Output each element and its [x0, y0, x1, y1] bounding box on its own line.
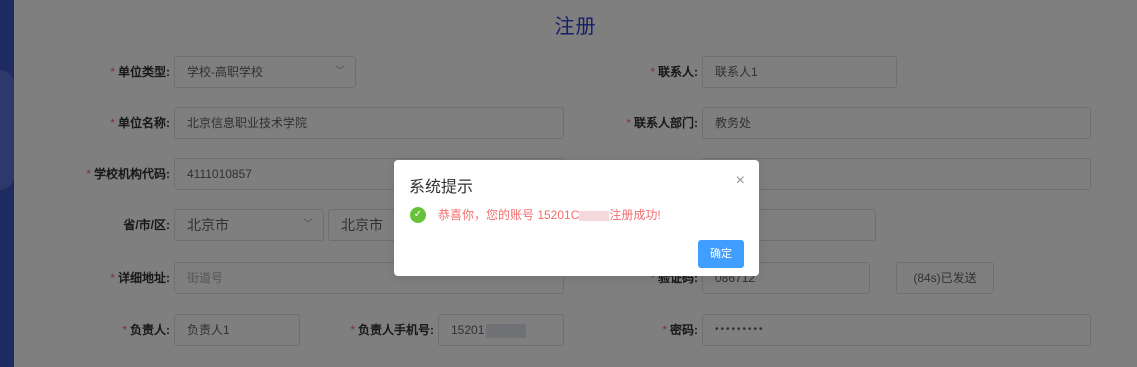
close-icon[interactable]: × — [736, 172, 745, 190]
dialog-title: 系统提示 — [409, 179, 474, 196]
confirm-button[interactable]: 确定 — [698, 240, 744, 268]
dialog-message: 恭喜你，您的账号 15201C 注册成功! — [438, 208, 661, 222]
redacted-text — [579, 210, 610, 221]
system-prompt-dialog: 系统提示 × ✓ 恭喜你，您的账号 15201C 注册成功! 确定 — [394, 160, 759, 276]
success-check-icon: ✓ — [410, 207, 426, 223]
